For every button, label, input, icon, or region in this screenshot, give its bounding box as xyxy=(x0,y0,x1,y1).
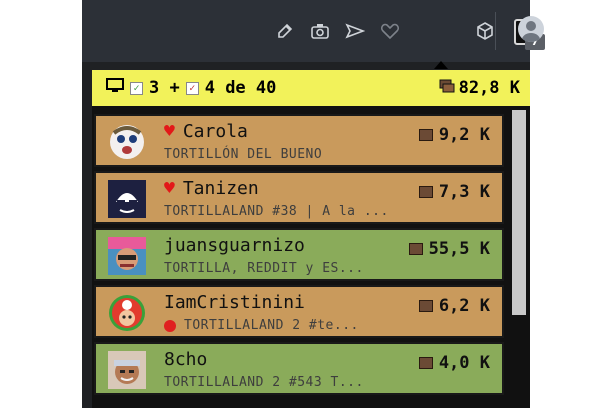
checkbox-icon[interactable]: ✓ xyxy=(130,81,143,95)
viewers-total-icon xyxy=(439,78,455,98)
streamer-list: ♥ Carola TORTILLÓN DEL BUENO 9,2 K ♥ Tan… xyxy=(92,110,510,408)
count-b: 4 de 40 xyxy=(204,78,277,98)
live-dot-icon xyxy=(164,319,176,332)
streamer-name: Carola xyxy=(182,121,248,142)
heart-icon[interactable] xyxy=(379,20,401,42)
scrollbar[interactable] xyxy=(510,110,526,315)
viewers-icon xyxy=(418,357,433,369)
viewers-icon xyxy=(418,300,433,312)
viewers-icon xyxy=(418,129,433,141)
streamer-name: IamCristinini xyxy=(164,292,305,313)
viewers-icon xyxy=(418,186,433,198)
streamer-row[interactable]: 8cho TORTILLALAND 2 #543 T... 4,0 K xyxy=(94,342,504,395)
edit-icon[interactable] xyxy=(274,20,296,42)
streamer-name: juansguarnizo xyxy=(164,235,305,256)
stream-title: TORTILLÓN DEL BUENO xyxy=(164,147,323,162)
streamer-avatar xyxy=(108,237,146,275)
viewer-count: 6,2 K xyxy=(438,296,490,316)
streamer-row[interactable]: ♥ Tanizen TORTILLALAND #38 | A la ... 7,… xyxy=(94,171,504,224)
monitor-icon xyxy=(106,77,124,99)
streamer-avatar xyxy=(108,123,146,161)
summary-bar: ✓ 3 + ✓ 4 de 40 82,8 K xyxy=(92,70,530,106)
popup-caret xyxy=(434,61,448,69)
favorite-heart-icon: ♥ xyxy=(164,177,175,199)
streamer-row[interactable]: juansguarnizo TORTILLA, REDDIT y ES... 5… xyxy=(94,228,504,281)
stream-title: TORTILLALAND 2 #543 T... xyxy=(164,375,364,390)
viewers-icon xyxy=(408,243,423,255)
streamer-avatar xyxy=(108,351,146,389)
camera-icon[interactable] xyxy=(309,20,331,42)
streamer-name: Tanizen xyxy=(182,178,259,199)
avatar[interactable] xyxy=(518,16,544,42)
stream-title: TORTILLALAND 2 #te... xyxy=(184,318,359,333)
viewers-total: 82,8 K xyxy=(458,78,520,98)
send-icon[interactable] xyxy=(344,20,366,42)
streamer-row[interactable]: ♥ Carola TORTILLÓN DEL BUENO 9,2 K xyxy=(94,114,504,167)
viewer-count: 9,2 K xyxy=(438,125,490,145)
favorite-heart-icon: ♥ xyxy=(164,120,175,142)
streamer-name: 8cho xyxy=(164,349,208,370)
streamer-avatar xyxy=(108,294,146,332)
stream-title: TORTILLA, REDDIT y ES... xyxy=(164,261,364,276)
streamer-row[interactable]: IamCristinini TORTILLALAND 2 #te... 6,2 … xyxy=(94,285,504,338)
browser-toolbar: P 7 xyxy=(82,0,545,69)
stream-title: TORTILLALAND #38 | A la ... xyxy=(164,204,389,219)
streamer-avatar xyxy=(108,180,146,218)
viewer-count: 7,3 K xyxy=(438,182,490,202)
count-a: 3 + xyxy=(149,78,180,98)
cube-icon[interactable] xyxy=(474,20,496,42)
checkbox-icon[interactable]: ✓ xyxy=(185,81,199,95)
viewer-count: 55,5 K xyxy=(428,239,490,259)
viewer-count: 4,0 K xyxy=(438,353,490,373)
